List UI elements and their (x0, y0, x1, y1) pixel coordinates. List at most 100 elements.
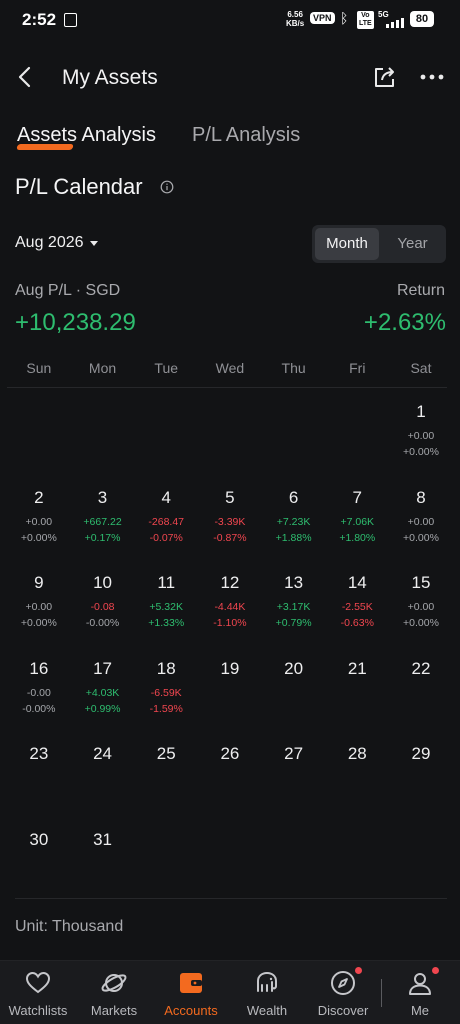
calendar-day[interactable]: 12 -4.44K -1.10% (198, 567, 262, 653)
calendar-day[interactable]: 23 (7, 738, 71, 824)
calendar-day[interactable]: 28 (325, 738, 389, 824)
calendar-day[interactable]: 9 +0.00 +0.00% (7, 567, 71, 653)
day-number: 15 (411, 573, 431, 592)
day-number: 21 (347, 658, 367, 678)
day-pl-percent: +0.00% (20, 617, 57, 629)
calendar-week: 1 +0.00 +0.00% (7, 396, 453, 482)
nav-accounts[interactable]: Accounts (151, 967, 231, 1018)
calendar-day[interactable]: 7 +7.06K +1.80% (325, 482, 389, 568)
nav-wealth[interactable]: Wealth (227, 967, 307, 1018)
nav-watchlists[interactable]: Watchlists (0, 967, 78, 1018)
calendar-day[interactable]: 29 (389, 738, 453, 824)
weekday-header: Sun Mon Tue Wed Thu Fri Sat (7, 360, 453, 380)
day-pl-value: -2.55K (341, 601, 373, 613)
nav-markets[interactable]: Markets (74, 967, 154, 1018)
calendar-week: 23 24 25 26 27 28 29 (7, 738, 453, 824)
calendar-day[interactable]: 24 (71, 738, 135, 824)
calendar-day[interactable]: 26 (198, 738, 262, 824)
calendar-day[interactable]: 13 +3.17K +0.79% (262, 567, 326, 653)
calendar-week: 2 +0.00 +0.00% 3 +667.22 +0.17% 4 -268.47 -0.07%… (7, 482, 453, 568)
day-pl-value: -6.59K (150, 686, 182, 699)
day-pl-value: -268.47 (148, 515, 185, 528)
day-pl-percent: -0.00% (85, 617, 120, 629)
calendar-day[interactable]: 19 (198, 653, 262, 739)
share-icon[interactable] (372, 64, 398, 90)
status-time: 2:52 (22, 10, 57, 29)
calendar-day[interactable]: 22 (389, 653, 453, 739)
day-number: 25 (156, 744, 176, 763)
more-dots-icon[interactable] (418, 64, 446, 90)
month-selector[interactable]: Aug 2026 (15, 234, 98, 252)
calendar-day[interactable]: 10 -0.08 -0.00% (71, 567, 135, 653)
calendar-empty-cell (389, 824, 453, 910)
day-number: 12 (220, 573, 240, 592)
calendar-week: 9 +0.00 +0.00% 10 -0.08 -0.00% 11 +5.32K +1.33% 1… (7, 567, 453, 653)
calendar-empty-cell (134, 396, 198, 482)
tab-pl-analysis[interactable]: P/L Analysis (192, 124, 300, 147)
day-pl-percent: -0.63% (340, 617, 374, 629)
nav-discover[interactable]: Discover (303, 967, 383, 1018)
calendar-grid: 1 +0.00 +0.00% 2 +0.00 +0.00% 3 +667.22 +0.17% 4 -… (7, 396, 453, 909)
calendar-day[interactable]: 8 +0.00 +0.00% (389, 482, 453, 568)
calendar-day[interactable]: 4 -268.47 -0.07% (134, 482, 198, 568)
day-pl-value: +5.32K (149, 601, 183, 613)
calendar-week: 30 31 (7, 824, 453, 910)
calendar-empty-cell (325, 824, 389, 910)
day-pl-value: +7.06K (340, 515, 375, 528)
day-pl-percent: +0.99% (84, 702, 121, 715)
day-pl-value: +4.03K (85, 686, 120, 699)
nav-label: Me (410, 1003, 430, 1018)
weekday-label: Tue (154, 360, 179, 376)
info-icon[interactable] (160, 180, 174, 194)
tab-assets-analysis[interactable]: Assets Analysis (17, 124, 156, 147)
calendar-day[interactable]: 18 -6.59K -1.59% (134, 653, 198, 739)
calendar-day[interactable]: 11 +5.32K +1.33% (134, 567, 198, 653)
chevron-left-icon[interactable] (12, 62, 42, 92)
calendar-day[interactable]: 27 (262, 738, 326, 824)
day-pl-value: +0.00 (25, 601, 53, 613)
person-icon (409, 973, 431, 995)
calendar-day[interactable]: 5 -3.39K -0.87% (198, 482, 262, 568)
weekday-label: Wed (215, 360, 245, 376)
toggle-month[interactable]: Month (315, 228, 379, 260)
calendar-day[interactable]: 14 -2.55K -0.63% (325, 567, 389, 653)
calendar-day[interactable]: 20 (262, 653, 326, 739)
weekday-label: Sun (26, 360, 52, 376)
day-pl-value: +0.00 (407, 515, 435, 528)
day-pl-percent: +1.33% (148, 617, 185, 629)
day-pl-percent: +0.79% (275, 617, 312, 629)
calendar-day[interactable]: 21 (325, 653, 389, 739)
nav-label: Accounts (164, 1003, 218, 1018)
calendar-day[interactable]: 25 (134, 738, 198, 824)
calendar-day[interactable]: 6 +7.23K +1.88% (262, 482, 326, 568)
calendar-day[interactable]: 16 -0.00 -0.00% (7, 653, 71, 739)
volte-badge: Vo LTE (357, 11, 374, 29)
toggle-year[interactable]: Year (382, 228, 443, 260)
day-pl-value: +0.00 (25, 515, 53, 528)
vpn-badge: VPN (310, 12, 335, 24)
calendar-day[interactable]: 3 +667.22 +0.17% (71, 482, 135, 568)
calendar-day[interactable]: 17 +4.03K +0.99% (71, 653, 135, 739)
calendar-day[interactable]: 2 +0.00 +0.00% (7, 482, 71, 568)
day-pl-value: +0.00 (407, 430, 435, 442)
bottom-nav: Watchlists Markets Accounts Wealth Disco… (0, 960, 460, 1024)
nav-label: Discover (317, 1003, 369, 1018)
calendar-day[interactable]: 30 (7, 824, 71, 910)
pl-value: +10,238.29 (15, 309, 136, 336)
calendar-divider (7, 387, 447, 388)
day-pl-percent: -0.00% (22, 702, 56, 715)
weekday-label: Mon (88, 360, 117, 376)
weekday-label: Thu (281, 360, 306, 376)
calendar-day[interactable]: 31 (71, 824, 135, 910)
nav-me[interactable]: Me (380, 967, 460, 1018)
calendar-empty-cell (262, 396, 326, 482)
day-number: 14 (347, 573, 367, 592)
calendar-day[interactable]: 15 +0.00 +0.00% (389, 567, 453, 653)
calendar-empty-cell (325, 396, 389, 482)
day-number: 1 (416, 402, 426, 421)
net-speed: 6.56 KB/s (286, 10, 305, 28)
calendar-day[interactable]: 1 +0.00 +0.00% (389, 396, 453, 482)
weekday-label: Fri (349, 360, 366, 376)
day-pl-value: -3.39K (214, 515, 246, 528)
calendar-week: 16 -0.00 -0.00% 17 +4.03K +0.99% 18 -6.59K -1.59… (7, 653, 453, 739)
